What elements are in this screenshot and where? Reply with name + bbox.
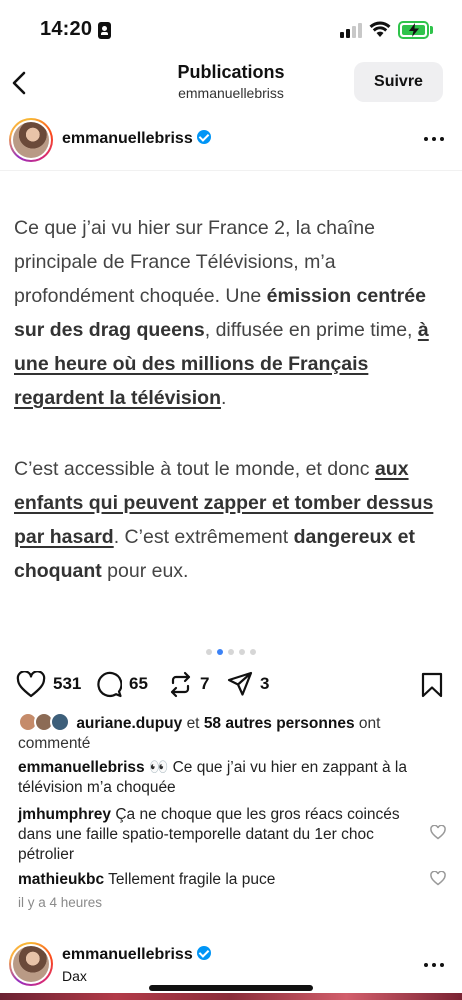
comment-username[interactable]: jmhumphrey [18,806,111,823]
carousel-dot [228,649,234,655]
id-card-icon [98,22,111,39]
post-paragraph-1: Ce que j’ai vu hier sur France 2, la cha… [14,217,429,409]
share-count: 3 [260,674,270,693]
post-paragraph-2: C’est accessible à tout le monde, et don… [14,458,434,582]
heart-icon [16,670,46,697]
repost-count: 7 [200,674,210,693]
post-location[interactable]: Dax [62,968,87,984]
avatar[interactable] [9,118,53,162]
next-post-header: emmanuellebriss Dax [0,940,462,1000]
comment-like-icon[interactable] [430,871,446,886]
post-caption: emmanuellebriss 👀 Ce que j’ai vu hier en… [18,759,407,796]
avatar[interactable] [9,942,53,986]
next-post-media-edge [0,993,462,1000]
status-time: 14:20 [40,18,93,40]
comment-icon [97,671,122,697]
verified-badge-icon [196,946,211,960]
comment-item: jmhumphrey Ça ne choque que les gros réa… [18,806,400,863]
status-bar: 14:20 [0,0,462,58]
comment-like-icon[interactable] [430,825,446,840]
comment-button[interactable]: 65 [95,670,148,698]
carousel-dot [206,649,212,655]
post-timestamp: il y a 4 heures [18,895,103,910]
verified-badge-icon [196,130,211,144]
nav-header: Publications emmanuellebriss Suivre [0,58,462,114]
wifi-icon [369,21,391,37]
carousel-indicator [0,649,462,657]
caption-username[interactable]: emmanuellebriss [18,759,145,776]
post-media[interactable]: Ce que j’ai vu hier sur France 2, la cha… [0,170,462,666]
home-indicator[interactable] [149,985,313,991]
comment-item: mathieukbc Tellement fragile la puce [18,871,276,888]
more-options-icon[interactable] [424,128,446,150]
post-username[interactable]: emmanuellebriss [62,130,211,148]
post-header: emmanuellebriss [0,118,462,166]
liked-by-summary[interactable]: auriane.dupuy et 58 autres personnes ont… [18,712,448,754]
commenter-avatars [18,712,72,732]
post-username[interactable]: emmanuellebriss [62,946,211,964]
carousel-dot-active [217,649,223,655]
cellular-signal-icon [340,22,364,38]
comment-username[interactable]: mathieukbc [18,871,104,888]
liked-by-others[interactable]: 58 autres personnes [204,715,355,732]
share-button[interactable]: 3 [227,670,269,698]
bookmark-icon[interactable] [420,672,444,698]
carousel-dot [239,649,245,655]
more-options-icon[interactable] [424,954,446,976]
liked-by-user[interactable]: auriane.dupuy [76,715,182,732]
action-bar: 531 65 7 3 [0,668,462,702]
carousel-dot [250,649,256,655]
battery-icon [398,21,429,39]
repost-button[interactable]: 7 [168,670,209,698]
follow-button[interactable]: Suivre [354,62,443,102]
like-count: 531 [53,674,82,693]
battery-cap [430,26,433,34]
comment-count: 65 [129,674,148,693]
like-button[interactable]: 531 [16,670,81,698]
send-icon [227,671,253,696]
repost-icon [170,671,191,697]
